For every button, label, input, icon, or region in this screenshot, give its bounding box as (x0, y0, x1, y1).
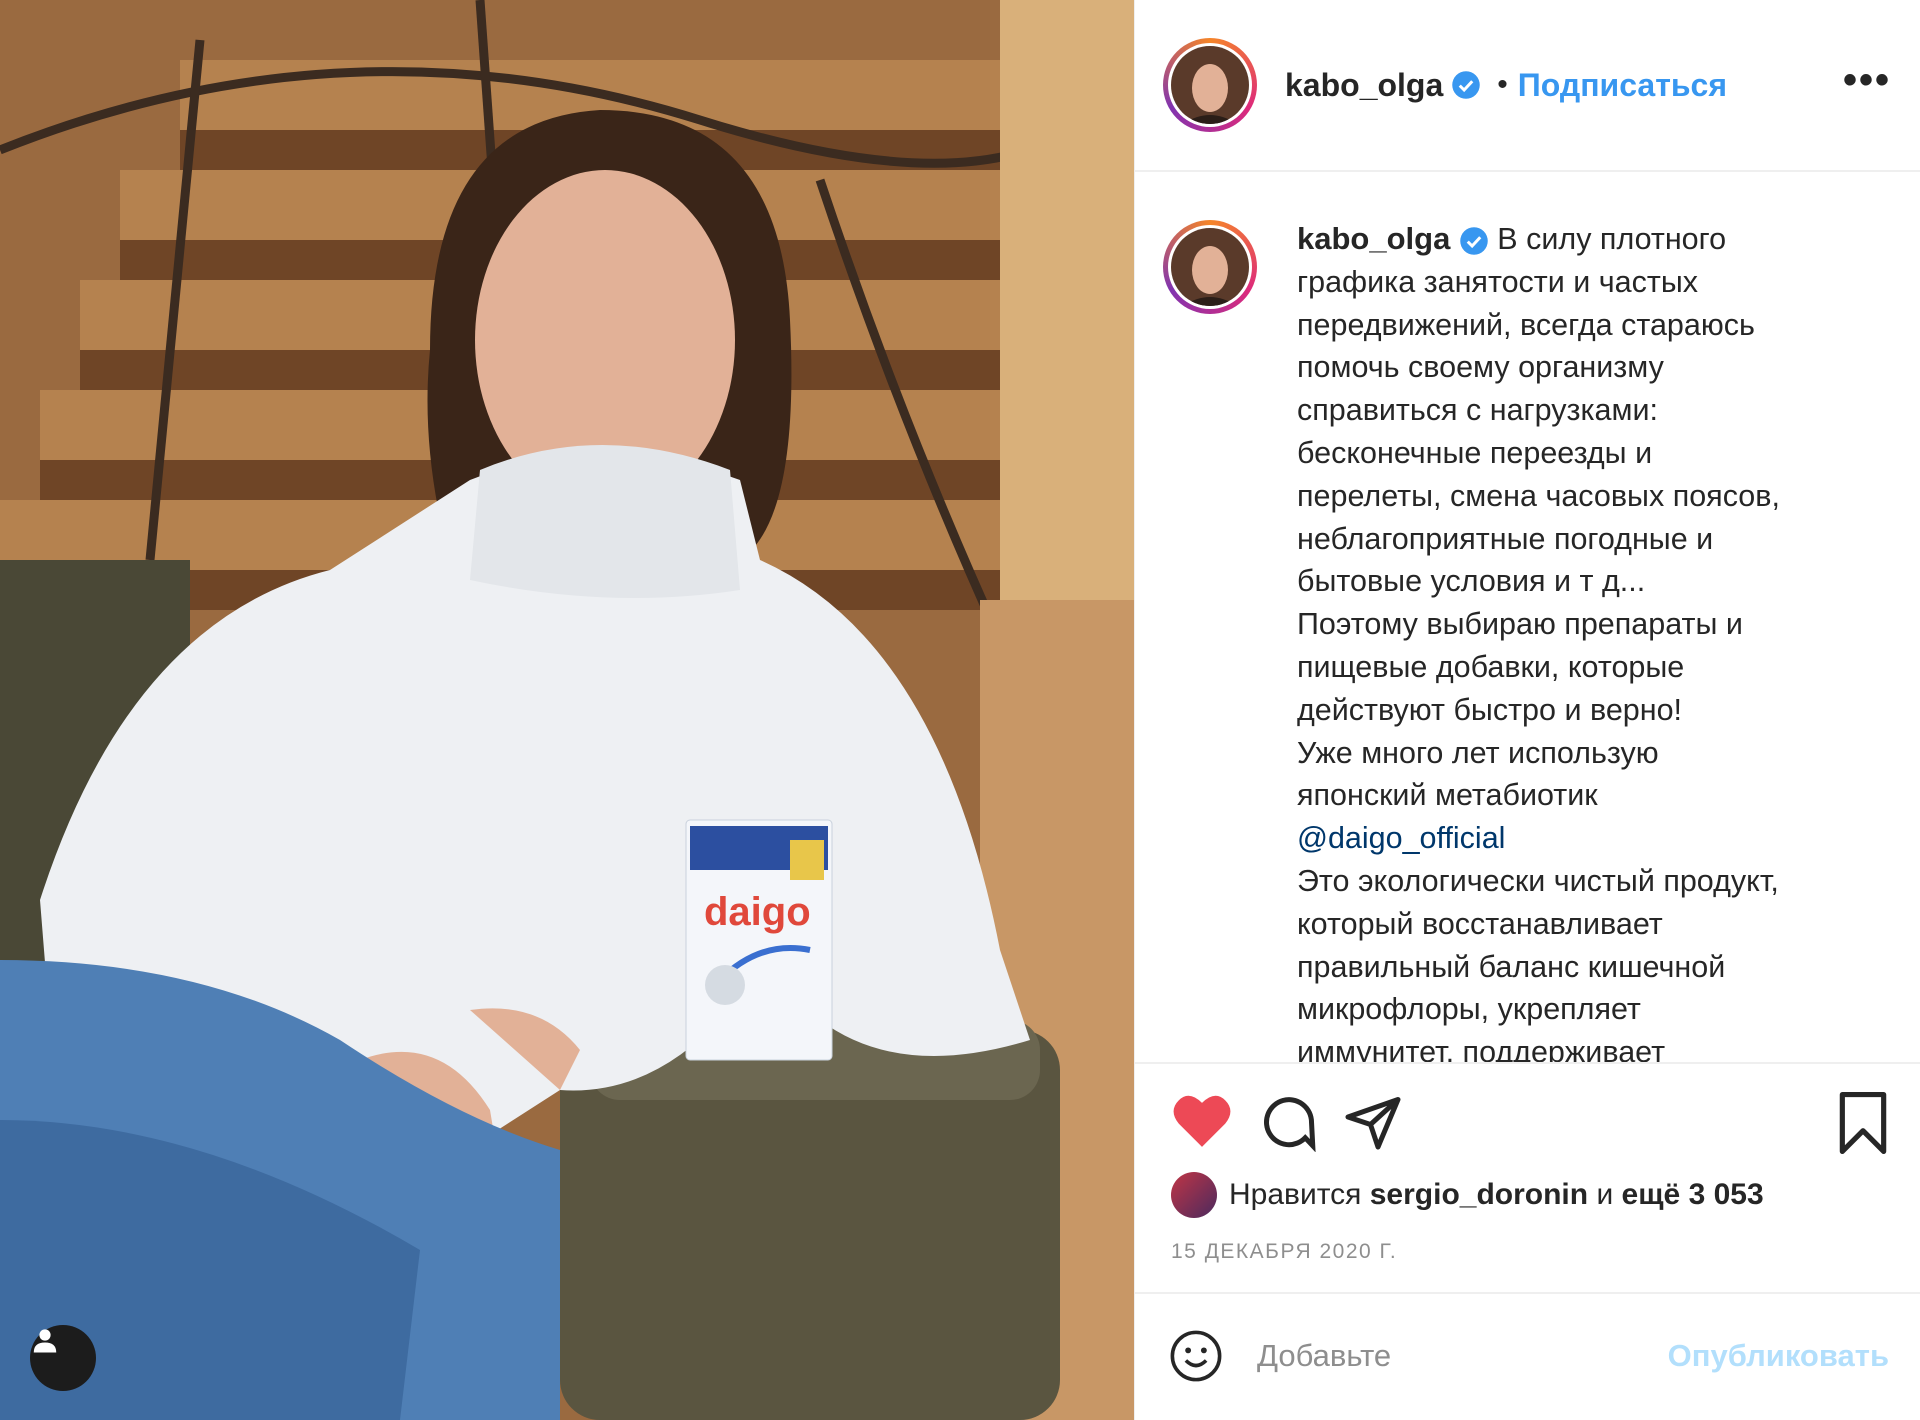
caption-line: пищевые добавки, которые (1297, 649, 1685, 684)
instagram-post: daigo kabo_olga • Подписаться ••• kabo_o… (0, 0, 1920, 1420)
caption-line: графика занятости и частых (1297, 264, 1699, 299)
caption-avatar-image (1171, 228, 1249, 306)
comment-icon[interactable] (1259, 1092, 1319, 1152)
caption-text: kabo_olga В силу плотного графика занято… (1297, 218, 1897, 1064)
caption-area: kabo_olga В силу плотного графика занято… (1135, 170, 1920, 1064)
comment-bar: Добавьте Опубликовать (1135, 1292, 1920, 1420)
user-tag-icon (33, 1329, 57, 1353)
verified-badge-icon (1452, 71, 1481, 99)
author-avatar[interactable] (1163, 38, 1257, 132)
caption-line: бесконечные переезды и (1297, 435, 1653, 470)
caption-line: Это экологически чистый продукт, (1297, 863, 1779, 898)
emoji-icon[interactable] (1169, 1329, 1223, 1383)
mention-link[interactable]: @daigo_official (1297, 817, 1897, 860)
likes-summary: Нравится sergio_doronin и ещё 3 053 (1171, 1172, 1764, 1218)
caption-line: передвижений, всегда стараюсь (1297, 307, 1755, 342)
caption-line: правильный баланс кишечной (1297, 949, 1726, 984)
caption-line: действуют быстро и верно! (1297, 692, 1683, 727)
follow-button[interactable]: Подписаться (1518, 67, 1727, 104)
share-icon[interactable] (1343, 1092, 1403, 1152)
caption-line: иммунитет, поддерживает (1297, 1035, 1666, 1064)
actions-bar: Нравится sergio_doronin и ещё 3 053 15 Д… (1135, 1062, 1920, 1294)
caption-line: бытовые условия и т д... (1297, 564, 1646, 599)
heart-icon[interactable] (1171, 1092, 1233, 1150)
liker-username[interactable]: sergio_doronin (1370, 1178, 1588, 1212)
caption-line: который восстанавливает (1297, 906, 1663, 941)
likes-prefix: Нравится (1229, 1178, 1362, 1211)
post-sidebar: kabo_olga • Подписаться ••• kabo_olga В … (1134, 0, 1920, 1420)
photo-illustration: daigo (0, 0, 1134, 1420)
bookmark-icon[interactable] (1837, 1092, 1889, 1154)
liker-avatar[interactable] (1171, 1172, 1217, 1218)
caption-line: Поэтому выбираю препараты и (1297, 607, 1743, 642)
caption-line: микрофлоры, укрепляет (1297, 992, 1641, 1027)
post-date[interactable]: 15 ДЕКАБРЯ 2020 Г. (1171, 1240, 1397, 1264)
caption-line: Уже много лет использую (1297, 735, 1659, 770)
likes-count[interactable]: ещё 3 053 (1622, 1178, 1764, 1212)
post-photo[interactable]: daigo (0, 0, 1134, 1420)
post-header: kabo_olga • Подписаться ••• (1135, 0, 1920, 172)
caption-line: перелеты, смена часовых поясов, (1297, 478, 1780, 513)
caption-avatar[interactable] (1163, 220, 1257, 314)
avatar-image (1171, 46, 1249, 124)
caption-line: В силу плотного (1497, 222, 1727, 256)
publish-button[interactable]: Опубликовать (1668, 1338, 1889, 1374)
more-icon[interactable]: ••• (1843, 58, 1891, 103)
user-tag-button[interactable] (30, 1325, 96, 1391)
verified-badge-icon (1460, 227, 1488, 255)
comment-input[interactable]: Добавьте (1257, 1338, 1391, 1374)
product-logo: daigo (704, 890, 811, 934)
product-box: daigo (685, 819, 833, 1061)
caption-username[interactable]: kabo_olga (1297, 221, 1450, 256)
caption-line: неблагоприятные погодные и (1297, 521, 1714, 556)
caption-line: справиться с нагрузками: (1297, 393, 1658, 428)
header-separator: • (1497, 68, 1508, 101)
likes-conjunction: и (1596, 1178, 1614, 1211)
author-username[interactable]: kabo_olga (1285, 67, 1443, 104)
caption-line: помочь своему организму (1297, 350, 1664, 385)
caption-line: японский метабиотик (1297, 778, 1598, 813)
